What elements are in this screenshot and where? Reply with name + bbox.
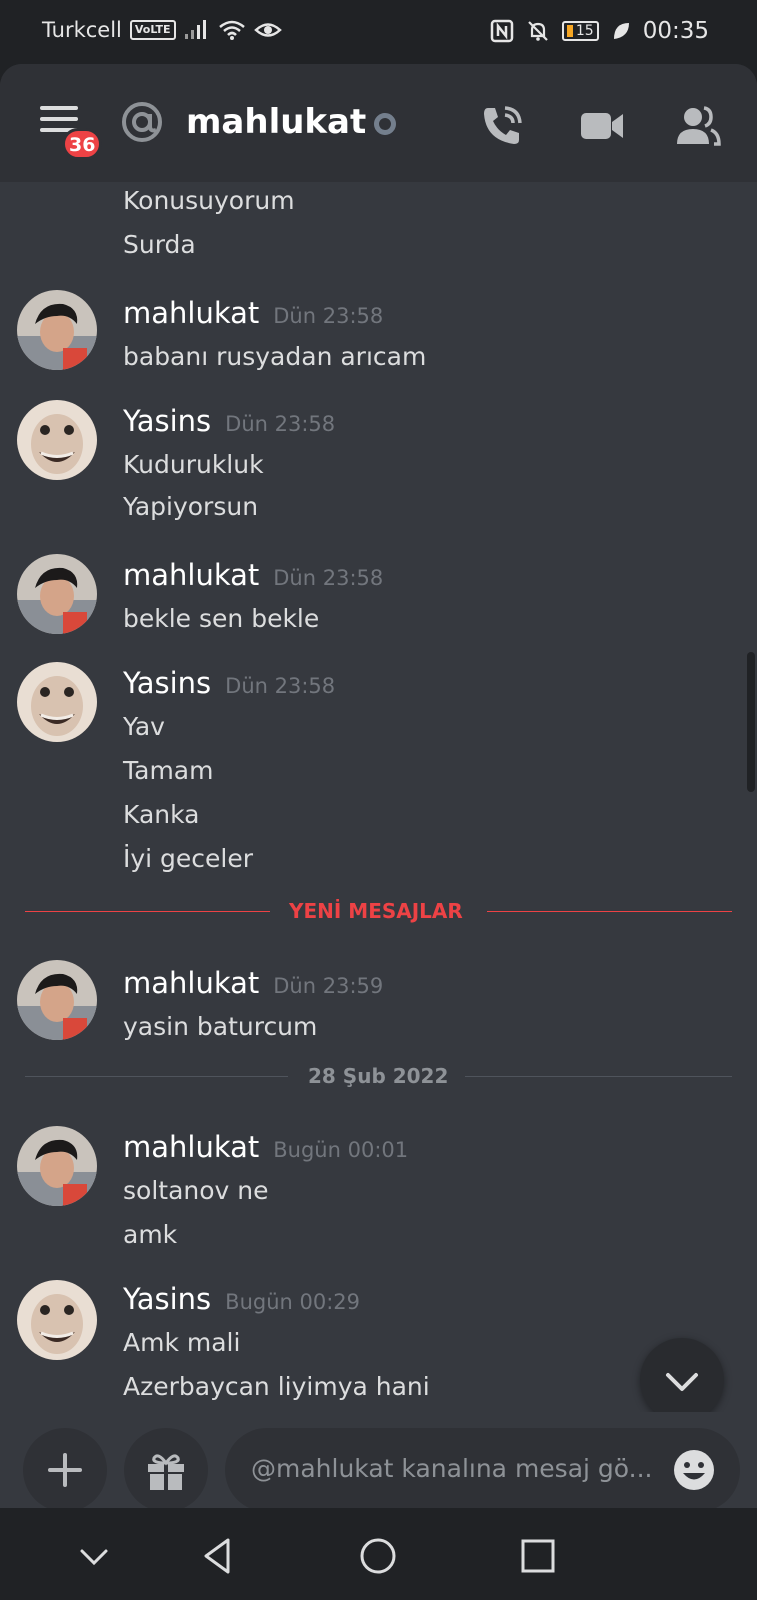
message-author[interactable]: mahlukat Dün 23:59 — [123, 966, 383, 1000]
avatar-mahlukat[interactable] — [17, 1126, 97, 1206]
message-line: Tamam — [123, 756, 214, 785]
unread-badge: 36 — [62, 128, 103, 160]
message-timestamp: Dün 23:58 — [273, 304, 384, 328]
message-line: Kudurukluk — [123, 450, 264, 479]
message-timestamp: Dün 23:58 — [225, 412, 336, 436]
author-name[interactable]: Yasins — [123, 666, 211, 700]
battery-indicator: 15 — [561, 21, 599, 41]
message-line: Yav — [123, 712, 165, 741]
voice-call-icon[interactable] — [478, 102, 526, 150]
message-line: Yapiyorsun — [123, 492, 259, 521]
message-timestamp: Dün 23:58 — [225, 674, 336, 698]
at-icon — [122, 102, 162, 142]
message-author[interactable]: Yasins Bugün 00:29 — [123, 1282, 360, 1316]
author-name[interactable]: mahlukat — [123, 1130, 259, 1164]
avatar-mahlukat[interactable] — [17, 554, 97, 634]
message-line: İyi geceler — [123, 844, 254, 873]
home-icon[interactable] — [358, 1536, 398, 1576]
message-line: Surda — [123, 230, 196, 259]
message-line: bekle sen bekle — [123, 604, 320, 633]
recents-icon[interactable] — [518, 1536, 558, 1576]
message-author[interactable]: mahlukat Dün 23:58 — [123, 296, 383, 330]
emoji-icon[interactable] — [672, 1448, 716, 1492]
system-nav-bar — [0, 1508, 757, 1600]
eye-icon — [253, 23, 282, 37]
avatar-mahlukat[interactable] — [17, 290, 97, 370]
date-divider: 28 Şub 2022 — [25, 1064, 732, 1088]
status-indicator-icon — [374, 113, 396, 135]
volte-indicator: VoLTE — [129, 20, 176, 40]
hamburger-icon — [40, 106, 78, 110]
hide-keyboard-icon[interactable] — [74, 1536, 114, 1576]
message-input[interactable]: @mahlukat kanalına mesaj gö... — [225, 1428, 740, 1508]
message-line: babanı rusyadan arıcam — [123, 342, 427, 371]
mute-bell-icon — [528, 21, 548, 41]
message-timestamp: Dün 23:59 — [273, 974, 384, 998]
carrier-name: Turkcell — [42, 18, 122, 42]
message-line: Kanka — [123, 800, 200, 829]
new-messages-label: YENİ MESAJLAR — [289, 899, 463, 923]
avatar-yasins[interactable] — [17, 400, 97, 480]
chevron-down-icon — [666, 1373, 698, 1391]
author-name[interactable]: mahlukat — [123, 558, 259, 592]
gift-button[interactable] — [124, 1428, 208, 1508]
app-surface: 36 mahlukat Konusuyorum Surda mahlukat D… — [0, 64, 757, 1508]
message-timestamp: Dün 23:58 — [273, 566, 384, 590]
scrollbar[interactable] — [747, 652, 755, 792]
message-line: Konusuyorum — [123, 186, 295, 215]
avatar-yasins[interactable] — [17, 662, 97, 742]
message-line: Amk mali — [123, 1328, 241, 1357]
message-input-placeholder: @mahlukat kanalına mesaj gö... — [251, 1454, 653, 1483]
signal-icon — [184, 20, 206, 39]
message-line: amk — [123, 1220, 178, 1249]
gift-icon — [148, 1454, 184, 1490]
jump-to-bottom-button[interactable] — [640, 1338, 724, 1422]
author-name[interactable]: mahlukat — [123, 296, 259, 330]
message-line: Azerbaycan liyimya hani — [123, 1372, 430, 1401]
author-name[interactable]: Yasins — [123, 404, 211, 438]
message-author[interactable]: Yasins Dün 23:58 — [123, 666, 335, 700]
leaf-icon — [613, 23, 629, 39]
members-icon[interactable] — [674, 102, 722, 150]
status-bar: Turkcell VoLTE 15 00:35 — [0, 0, 757, 64]
author-name[interactable]: Yasins — [123, 1282, 211, 1316]
date-label: 28 Şub 2022 — [308, 1064, 449, 1088]
message-timestamp: Bugün 00:01 — [273, 1138, 409, 1162]
clock: 00:35 — [642, 18, 709, 44]
battery-level: 15 — [575, 23, 594, 39]
add-attachment-button[interactable] — [23, 1428, 107, 1508]
new-messages-divider: YENİ MESAJLAR — [25, 899, 732, 923]
message-composer: @mahlukat kanalına mesaj gö... — [0, 1412, 757, 1508]
channel-title: mahlukat — [186, 102, 367, 142]
channel-header: 36 mahlukat — [0, 64, 757, 182]
back-icon[interactable] — [198, 1536, 238, 1576]
author-name[interactable]: mahlukat — [123, 966, 259, 1000]
nfc-icon — [490, 19, 514, 43]
video-call-icon[interactable] — [578, 102, 626, 150]
message-line: soltanov ne — [123, 1176, 269, 1205]
message-author[interactable]: mahlukat Bugün 00:01 — [123, 1130, 408, 1164]
avatar-mahlukat[interactable] — [17, 960, 97, 1040]
message-author[interactable]: Yasins Dün 23:58 — [123, 404, 335, 438]
wifi-icon — [218, 20, 245, 40]
message-list[interactable]: Konusuyorum Surda mahlukat Dün 23:58 baba… — [0, 182, 757, 1412]
avatar-yasins[interactable] — [17, 1280, 97, 1360]
message-timestamp: Bugün 00:29 — [225, 1290, 361, 1314]
message-author[interactable]: mahlukat Dün 23:58 — [123, 558, 383, 592]
message-line: yasin baturcum — [123, 1012, 318, 1041]
plus-icon — [48, 1453, 82, 1487]
battery-fill — [566, 25, 573, 37]
